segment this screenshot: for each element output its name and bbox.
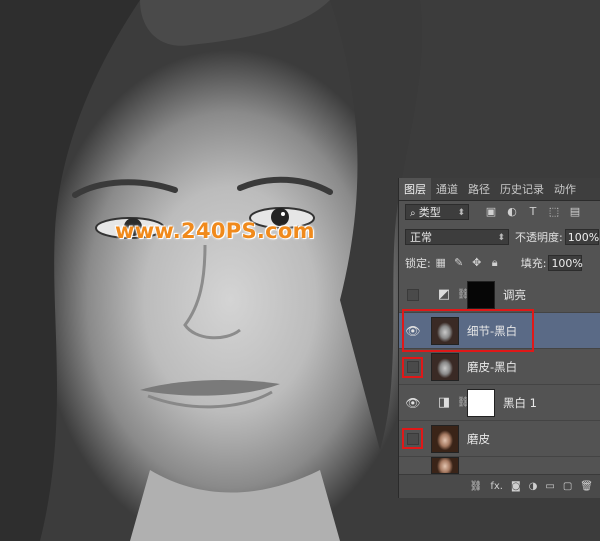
opacity-label: 不透明度: (515, 231, 563, 244)
shape-filter-icon[interactable]: ⬚ (548, 206, 560, 218)
group-icon[interactable]: ▭ (545, 481, 554, 492)
visibility-toggle-off[interactable] (407, 288, 419, 301)
smart-object-filter-icon[interactable]: ▤ (569, 206, 581, 218)
watermark-text: www.240PS.com (115, 219, 315, 243)
layer-row-partial[interactable] (399, 457, 600, 474)
lock-paint-icon[interactable]: ✎ (453, 257, 465, 269)
tab-layers[interactable]: 图层 (399, 178, 431, 200)
pixel-filter-icon[interactable]: ▣ (485, 206, 497, 218)
lock-label: 锁定: (405, 257, 431, 270)
panel-footer: ⛓ fx. ◙ ◑ ▭ ▢ 🗑︎ (399, 474, 600, 498)
layer-thumbnail (431, 457, 459, 474)
filter-kind-select[interactable]: ⌕ 类型 ⬍ (405, 204, 469, 220)
highlight-box-visibility (402, 357, 423, 378)
link-icon[interactable]: ⛓ (470, 481, 483, 492)
lock-all-icon[interactable]: 🔒︎ (489, 257, 501, 269)
type-filter-icon[interactable]: T (527, 206, 539, 218)
blend-row: 正常 ⬍ 不透明度: 100% (399, 228, 600, 246)
chevron-down-icon: ⬍ (497, 233, 505, 243)
layer-row[interactable]: ◩ ⛓ 调亮 (399, 277, 600, 313)
curves-adjustment-icon: ◩ (434, 280, 454, 309)
fx-icon[interactable]: fx. (490, 481, 503, 492)
layer-thumbnail (431, 352, 459, 381)
trash-icon[interactable]: 🗑︎ (580, 481, 593, 492)
lock-position-icon[interactable]: ✥ (471, 257, 483, 269)
layer-name: 黑白 1 (503, 395, 537, 410)
black-white-adjustment-icon: ◨ (434, 388, 454, 417)
layer-row[interactable]: 👁︎ ◨ ⛓ 黑白 1 (399, 385, 600, 421)
opacity-input[interactable]: 100% (564, 229, 599, 245)
eye-icon[interactable]: 👁︎ (405, 396, 421, 410)
layer-mask-thumbnail[interactable] (467, 280, 495, 309)
layer-row[interactable]: 磨皮-黑白 (399, 349, 600, 385)
blend-mode-select[interactable]: 正常 ⬍ (405, 229, 509, 245)
highlight-box-visibility (402, 428, 423, 449)
adjustment-filter-icon[interactable]: ◐ (506, 206, 518, 218)
tab-channels[interactable]: 通道 (431, 178, 463, 200)
new-layer-icon[interactable]: ▢ (563, 481, 572, 492)
filter-row: ⌕ 类型 ⬍ ▣ ◐ T ⬚ ▤ (399, 203, 600, 221)
layer-thumbnail (431, 424, 459, 453)
layer-name: 调亮 (503, 287, 526, 302)
lock-transparent-icon[interactable]: ▦ (435, 257, 447, 269)
layer-name: 磨皮 (467, 431, 490, 446)
tab-actions[interactable]: 动作 (549, 178, 581, 200)
search-icon: ⌕ (410, 208, 419, 219)
highlight-box-selected-layer (402, 309, 534, 352)
tab-history[interactable]: 历史记录 (495, 178, 549, 200)
link-icon[interactable]: ⛓ (457, 289, 470, 300)
chevron-down-icon: ⬍ (457, 208, 465, 218)
layer-name: 磨皮-黑白 (467, 359, 518, 374)
layer-row[interactable]: 磨皮 (399, 421, 600, 457)
tab-paths[interactable]: 路径 (463, 178, 495, 200)
lock-row: 锁定: ▦ ✎ ✥ 🔒︎ 填充: 100% (399, 254, 600, 272)
mask-icon[interactable]: ◙ (511, 481, 521, 492)
link-icon[interactable]: ⛓ (457, 397, 470, 408)
panel-tabs: 图层 通道 路径 历史记录 动作 (399, 178, 600, 201)
adjustment-icon[interactable]: ◑ (529, 481, 538, 492)
fill-label: 填充: (520, 257, 547, 270)
layer-mask-thumbnail[interactable] (467, 388, 495, 417)
fill-input[interactable]: 100% (548, 255, 583, 271)
